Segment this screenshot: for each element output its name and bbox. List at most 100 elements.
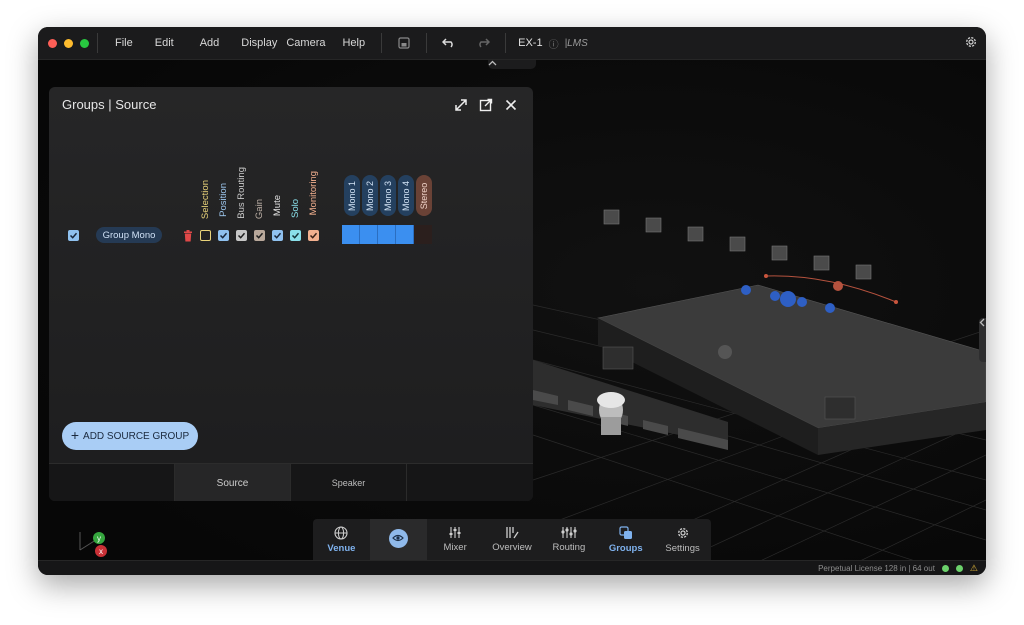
channel-cell-mono-2[interactable] [360,225,378,244]
position-checkbox[interactable] [218,230,229,241]
project-name: EX-1 [518,37,543,49]
solo-checkbox[interactable] [290,230,301,241]
mixer-icon [449,527,461,538]
status-bar: Perpetual License 128 in | 64 out ⚠ [38,560,986,575]
settings-gear-button[interactable] [964,35,978,54]
chevron-left-icon [979,318,985,327]
channel-header-mono-4: Mono 4 [398,175,414,216]
zoom-window-button[interactable] [80,38,89,48]
check-icon [309,232,318,239]
undo-button[interactable] [435,32,463,54]
tab-speaker[interactable]: Speaker [291,464,407,501]
redo-button[interactable] [469,32,497,54]
channel-cell-mono-3[interactable] [378,225,396,244]
toolbar-mixer-button[interactable]: Mixer [427,519,484,560]
divider [381,33,383,53]
close-panel-button[interactable] [502,96,519,113]
project-label: EX-1 ⓘ |LMS [518,36,588,51]
toolbar-view-button[interactable] [369,519,427,560]
divider [505,33,507,53]
trash-icon [184,230,192,242]
menu-edit[interactable]: Edit [142,37,187,49]
tab-blank-right [407,464,533,501]
toolbar-venue-button[interactable]: Venue [313,519,370,560]
side-panel-handle[interactable] [979,318,986,362]
column-selection: Selection [200,180,211,220]
delete-group-button[interactable] [183,229,193,242]
title-bar: File Edit Add Display Camera Help EX-1 ⓘ… [38,27,986,60]
column-solo: Solo [290,199,301,219]
axis-y-label: y [97,534,101,543]
top-collapse-handle[interactable] [488,60,536,69]
toolbar-groups-button[interactable]: Groups [597,519,654,560]
listener-head [597,392,625,435]
close-window-button[interactable] [48,38,57,48]
overview-icon [506,527,519,539]
gear-icon [966,37,976,47]
check-icon [291,232,300,239]
project-suffix: |LMS [564,37,588,49]
check-icon [255,232,264,239]
panel-controls [452,96,519,113]
chevron-up-icon [488,60,497,66]
column-gain: Gain [254,199,265,220]
channel-cell-stereo[interactable] [414,225,432,244]
selection-checkbox[interactable] [200,230,211,241]
toolbar-routing-button[interactable]: Routing [540,519,597,560]
add-source-group-label: ADD SOURCE GROUP [83,430,190,442]
channel-header-stereo: Stereo [416,175,432,216]
app-window: File Edit Add Display Camera Help EX-1 ⓘ… [38,27,986,575]
check-icon [219,232,228,239]
globe-icon [334,525,348,540]
menu-file[interactable]: File [106,37,142,49]
check-icon [237,232,246,239]
microphone-sphere [718,345,732,359]
expand-button[interactable] [452,96,469,113]
tab-source[interactable]: Source [175,464,291,501]
channel-cell-mono-4[interactable] [396,225,414,244]
toolbar-settings-button[interactable]: Settings [654,519,711,560]
close-icon [505,99,516,110]
add-source-group-button[interactable]: + ADD SOURCE GROUP [62,422,198,450]
bus-routing-checkbox[interactable] [236,230,247,241]
menu-help[interactable]: Help [334,37,373,49]
column-monitoring: Monitoring [308,171,319,216]
mute-checkbox[interactable] [272,230,283,241]
plus-icon: + [70,427,80,443]
license-text: Perpetual License 128 in | 64 out [818,563,935,573]
tab-blank-left [49,464,175,501]
undo-icon [442,38,453,48]
toolbar-overview-button[interactable]: Overview [484,519,541,560]
channel-cell-mono-1[interactable] [342,225,360,244]
menu-bar: File Edit Add Display Camera Help [106,37,373,49]
axis-x-label: x [99,547,103,556]
window-controls [48,38,89,48]
minimize-window-button[interactable] [64,38,73,48]
groups-icon [619,525,632,539]
menu-camera[interactable]: Camera [281,37,334,49]
column-position: Position [218,183,229,217]
group-enable-checkbox[interactable] [68,230,79,241]
redo-icon [479,38,491,48]
group-name-pill[interactable]: Group Mono [96,227,162,243]
check-icon [273,232,282,239]
save-icon [398,37,410,49]
info-icon[interactable]: ⓘ [549,36,559,51]
column-mute: Mute [272,195,283,217]
expand-icon [454,98,467,111]
monitoring-checkbox[interactable] [308,230,319,241]
channel-header-mono-1: Mono 1 [344,175,360,216]
panel-title: Groups | Source [62,97,157,112]
external-link-icon [479,98,492,111]
warning-icon[interactable]: ⚠ [970,563,978,574]
gain-checkbox[interactable] [254,230,265,241]
save-button[interactable] [390,32,418,54]
menu-add[interactable]: Add [187,37,233,49]
channel-header-mono-3: Mono 3 [380,175,396,216]
column-bus-routing: Bus Routing [236,167,247,219]
popout-button[interactable] [477,96,494,113]
menu-display[interactable]: Display [232,37,281,49]
divider [426,33,428,53]
groups-panel: Groups | Source Selection Position Bus R… [49,87,533,501]
stereo-source-sphere [833,281,843,291]
